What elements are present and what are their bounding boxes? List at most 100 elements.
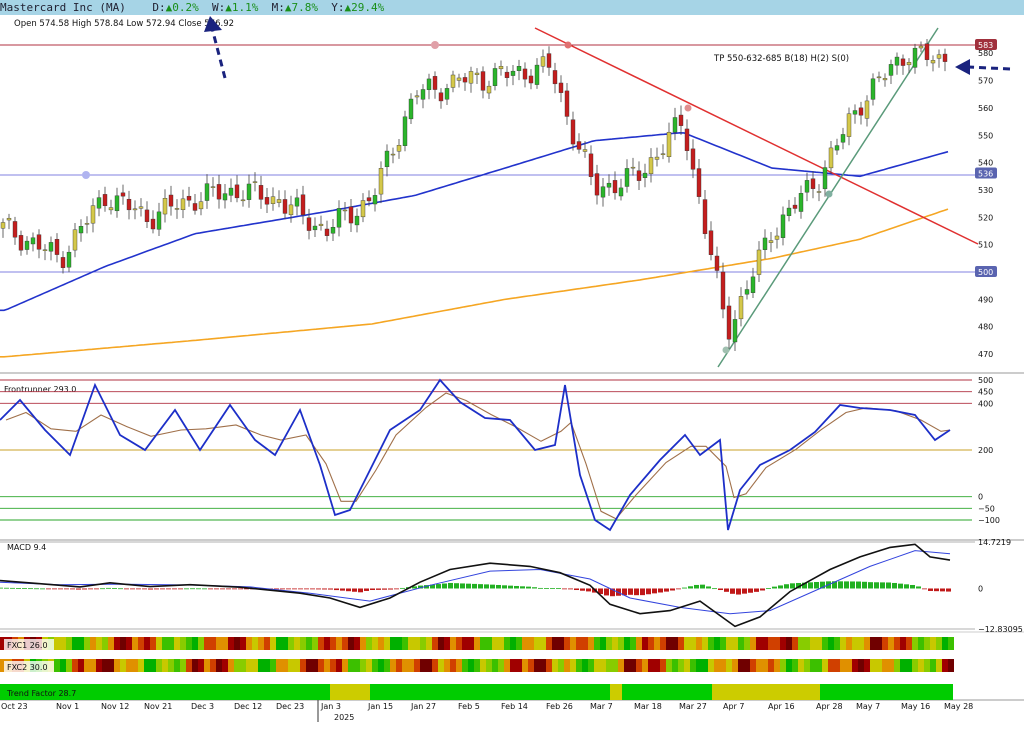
- heat-cell: [300, 659, 306, 672]
- candle-body: [804, 180, 810, 193]
- heat-cell: [660, 659, 666, 672]
- candle-body: [570, 119, 576, 145]
- candle-body: [864, 100, 870, 119]
- candle-body: [300, 194, 306, 215]
- heat-cell: [162, 637, 168, 650]
- heat-cell: [144, 659, 150, 672]
- candle-body: [216, 184, 222, 200]
- candle-body: [132, 208, 138, 211]
- macd-histogram-bar: [196, 588, 201, 590]
- candle-body: [918, 45, 924, 49]
- candle-body: [654, 156, 660, 160]
- candle-body: [372, 195, 378, 205]
- heat-cell: [810, 637, 816, 650]
- heat-cell: [468, 659, 474, 672]
- heat-cell: [486, 637, 492, 650]
- heat-cell: [852, 659, 858, 672]
- macd-axis: 14.7219 0 −12.83095: [978, 538, 1023, 634]
- candle-body: [546, 53, 552, 68]
- heat-cell: [786, 637, 792, 650]
- heat-cell: [768, 659, 774, 672]
- macd-histogram-bar: [586, 588, 591, 592]
- price-tick-label: 560: [978, 104, 993, 113]
- candle-body: [522, 68, 528, 80]
- heat-cell: [672, 637, 678, 650]
- heat-cell: [804, 659, 810, 672]
- heat-cell: [870, 659, 876, 672]
- trendline-handle-2[interactable]: [684, 104, 692, 112]
- trendline-handle-1[interactable]: [564, 41, 572, 49]
- heat-cell: [594, 659, 600, 672]
- candle-body: [786, 207, 792, 216]
- candle-body: [426, 78, 432, 90]
- trend-segment: [712, 684, 820, 700]
- heat-cell: [210, 659, 216, 672]
- heat-cell: [714, 637, 720, 650]
- heat-cell: [720, 659, 726, 672]
- date-tick-label: Dec 12: [234, 702, 262, 711]
- candle-body: [270, 196, 276, 204]
- date-tick-label: Feb 26: [546, 702, 573, 711]
- candle-body: [60, 257, 66, 268]
- macd-histogram-bar: [664, 588, 669, 592]
- trend-segment: [370, 684, 610, 700]
- macd-histogram-bar: [304, 588, 309, 590]
- macd-histogram-bar: [166, 588, 171, 590]
- heat-cell: [720, 637, 726, 650]
- heat-cell: [222, 637, 228, 650]
- candle-body: [114, 195, 120, 212]
- heat-cell: [528, 659, 534, 672]
- candle-body: [186, 195, 192, 201]
- candle-body: [870, 78, 876, 100]
- heat-cell: [678, 637, 684, 650]
- candle-body: [444, 88, 450, 100]
- candle-body: [30, 237, 36, 245]
- heat-cell: [174, 637, 180, 650]
- macd-histogram-bar: [874, 582, 879, 589]
- macd-histogram-bar: [148, 588, 153, 590]
- heat-cell: [948, 659, 954, 672]
- year-label: 2025: [334, 713, 354, 722]
- heat-cell: [198, 637, 204, 650]
- macd-histogram-bar: [382, 588, 387, 590]
- heat-cell: [522, 637, 528, 650]
- heat-cell: [438, 659, 444, 672]
- candle-body: [840, 134, 846, 143]
- macd-histogram-bar: [868, 582, 873, 589]
- frontrunner-label: Frontrunner 293.0: [4, 385, 76, 394]
- heat-cell: [126, 637, 132, 650]
- heat-cell: [336, 637, 342, 650]
- macd-histogram-bar: [946, 588, 951, 592]
- candle-body: [396, 145, 402, 152]
- candle-body: [312, 225, 318, 231]
- heat-cell: [474, 659, 480, 672]
- heat-cell: [582, 637, 588, 650]
- candle-body: [354, 215, 360, 226]
- macd-histogram-bar: [28, 588, 33, 590]
- heat-cell: [66, 659, 72, 672]
- heat-cell: [348, 637, 354, 650]
- level-583-handle[interactable]: [431, 41, 439, 49]
- macd-histogram-bar: [718, 588, 723, 591]
- trendline-handle-4[interactable]: [722, 346, 730, 354]
- heat-cell: [810, 659, 816, 672]
- heat-cell: [432, 637, 438, 650]
- trendline-handle-3[interactable]: [825, 190, 833, 198]
- heat-cell: [558, 637, 564, 650]
- candle-body: [432, 76, 438, 90]
- heat-cell: [678, 659, 684, 672]
- price-tick-label: 520: [978, 213, 993, 222]
- frontrunner-line: [0, 378, 951, 532]
- support-trendline[interactable]: [717, 27, 939, 368]
- date-tick-label: Jan 15: [367, 702, 393, 711]
- candle-body: [930, 60, 936, 64]
- candle-body: [924, 43, 930, 60]
- macd-histogram-bar: [838, 581, 843, 589]
- candle-body: [318, 223, 324, 226]
- heat-cell: [894, 659, 900, 672]
- price-badge-label: 583: [978, 41, 993, 50]
- level-536-handle[interactable]: [82, 171, 90, 179]
- heat-cell: [840, 659, 846, 672]
- heat-cell: [606, 637, 612, 650]
- heat-cell: [846, 637, 852, 650]
